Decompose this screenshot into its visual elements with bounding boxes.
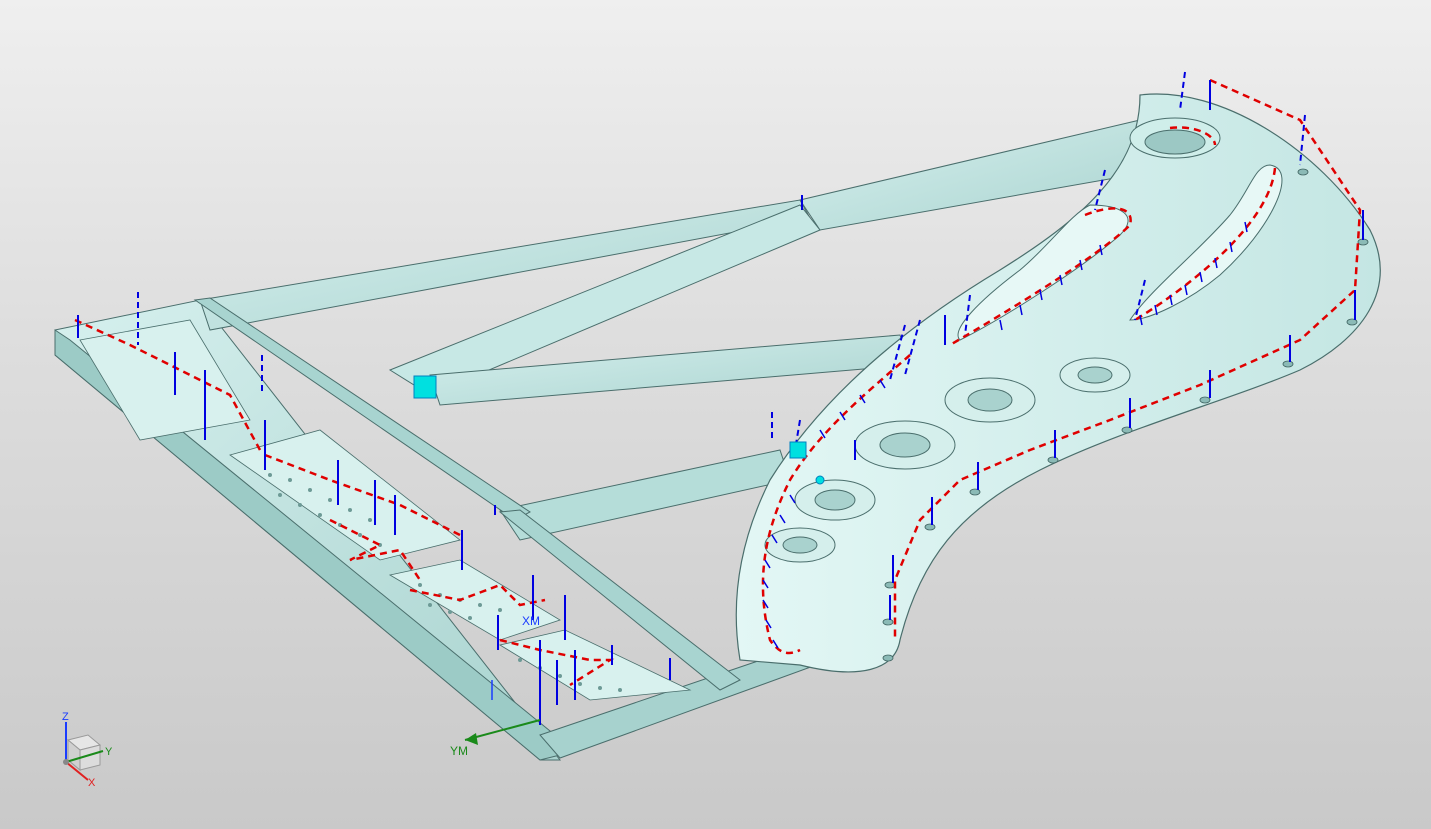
strut-lower[interactable] [499,449,791,541]
cad-scene[interactable]: YM XM Z Y X [0,0,1431,829]
triad-x-label: X [88,777,96,789]
triad-y-label: Y [105,746,113,758]
plate-top-hole-inner [1144,129,1206,155]
xm-axis-label: XM [522,614,540,628]
triad-origin [63,759,69,765]
graphics-viewport[interactable]: YM XM Z Y X [0,0,1431,829]
triad-z-label: Z [62,711,69,723]
ym-axis-label: YM [450,744,468,758]
piano-frame-model[interactable] [54,93,1381,761]
view-triad[interactable]: Z Y X [62,711,113,789]
